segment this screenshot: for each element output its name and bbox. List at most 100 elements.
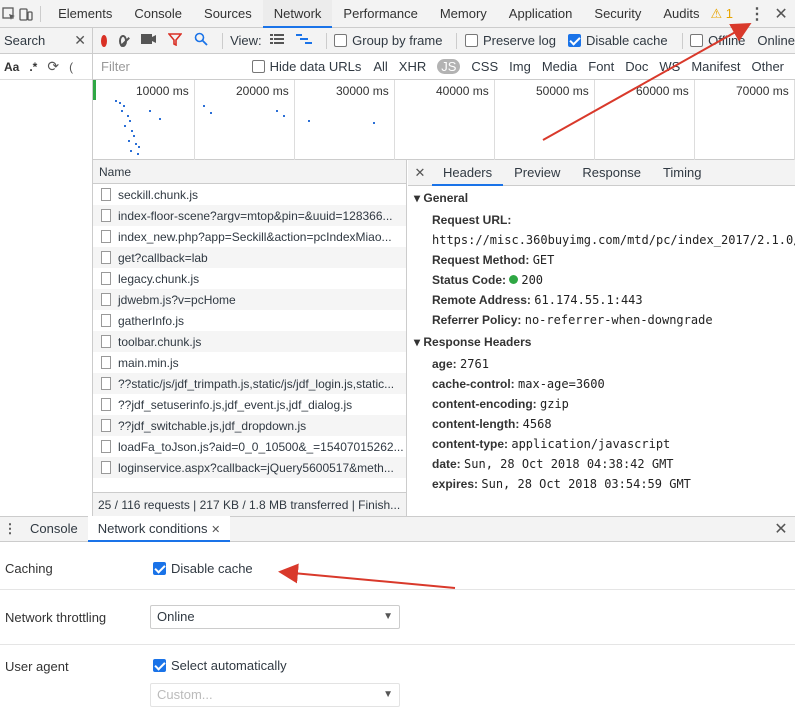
filter-type-xhr[interactable]: XHR xyxy=(399,59,426,74)
request-mark xyxy=(123,105,125,107)
offline-label: Offline xyxy=(708,33,746,48)
request-row[interactable]: toolbar.chunk.js xyxy=(93,331,406,352)
request-mark xyxy=(133,135,135,137)
request-row[interactable]: seckill.chunk.js xyxy=(93,184,406,205)
filter-type-img[interactable]: Img xyxy=(509,59,531,74)
tab-memory[interactable]: Memory xyxy=(429,0,498,28)
details-tab-headers[interactable]: Headers xyxy=(432,160,504,186)
file-icon xyxy=(101,293,111,306)
request-name: get?callback=lab xyxy=(118,250,208,265)
header-row: Status Code: 200 xyxy=(408,270,795,290)
tab-audits[interactable]: Audits xyxy=(652,0,710,28)
close-tab-icon[interactable]: ✕ xyxy=(211,524,220,536)
timeline-overview[interactable]: 10000 ms 20000 ms 30000 ms 40000 ms 50000 ms… xyxy=(93,80,795,160)
match-case-toggle[interactable]: Aa xyxy=(4,60,19,74)
view-label: View: xyxy=(230,33,262,48)
file-icon xyxy=(101,335,111,348)
capture-screenshots-icon[interactable] xyxy=(140,33,156,48)
tab-security[interactable]: Security xyxy=(583,0,652,28)
section-divider xyxy=(0,644,795,645)
filter-type-manifest[interactable]: Manifest xyxy=(691,59,740,74)
checkbox-icon[interactable] xyxy=(464,34,478,47)
tab-elements[interactable]: Elements xyxy=(47,0,123,28)
more-menu-icon[interactable]: ⋮ xyxy=(747,4,767,24)
checkbox-icon[interactable] xyxy=(690,34,704,47)
large-rows-icon[interactable] xyxy=(269,33,284,48)
checkbox-checked-icon[interactable] xyxy=(153,562,166,575)
drawer-tab-console[interactable]: Console xyxy=(20,516,88,542)
request-row[interactable]: legacy.chunk.js xyxy=(93,268,406,289)
warnings-badge[interactable]: ⚠ 1 xyxy=(711,6,734,22)
preserve-log-checkbox[interactable]: Preserve log xyxy=(464,33,556,48)
disable-cache-checkbox-drawer[interactable]: Disable cache xyxy=(153,561,253,576)
request-mark xyxy=(308,120,310,122)
drawer-tab-network-conditions[interactable]: Network conditions ✕ xyxy=(87,516,231,542)
filter-icon[interactable] xyxy=(166,32,183,49)
waterfall-icon[interactable] xyxy=(295,33,312,48)
search-icon[interactable] xyxy=(194,32,208,49)
hide-data-urls-checkbox[interactable]: Hide data URLs xyxy=(251,59,361,74)
filter-type-css[interactable]: CSS xyxy=(471,59,498,74)
filter-type-media[interactable]: Media xyxy=(542,59,577,74)
checkbox-checked-icon[interactable] xyxy=(567,34,581,47)
close-search-icon[interactable]: ✕ xyxy=(74,32,86,49)
header-value: Sun, 28 Oct 2018 04:38:42 GMT xyxy=(464,457,674,471)
checkbox-icon[interactable] xyxy=(334,34,348,47)
select-automatically-checkbox[interactable]: Select automatically xyxy=(153,658,287,673)
request-row[interactable]: index-floor-scene?argv=mtop&pin=&uuid=12… xyxy=(93,205,406,226)
network-conditions-panel: Caching Disable cache Network throttling… xyxy=(0,542,795,724)
header-row: Request Method: GET xyxy=(408,250,795,270)
disable-cache-checkbox[interactable]: Disable cache xyxy=(567,33,668,48)
close-drawer-icon[interactable]: ✕ xyxy=(767,519,795,539)
header-row: content-type: application/javascript xyxy=(408,434,795,454)
general-section-header[interactable]: ▾ General xyxy=(408,186,795,210)
throttling-dropdown[interactable]: Online ▼ xyxy=(150,605,400,629)
throttling-select[interactable]: Online xyxy=(757,33,795,48)
checkbox-checked-icon[interactable] xyxy=(153,659,166,672)
details-tab-timing[interactable]: Timing xyxy=(652,160,713,186)
request-row[interactable]: gatherInfo.js xyxy=(93,310,406,331)
request-row[interactable]: loadFa_toJson.js?aid=0_0_10500&_=1540701… xyxy=(93,436,406,457)
request-row[interactable]: loginservice.aspx?callback=jQuery5600517… xyxy=(93,457,406,478)
filter-type-ws[interactable]: WS xyxy=(659,59,680,74)
checkbox-icon[interactable] xyxy=(251,60,265,73)
inspect-element-icon[interactable] xyxy=(0,3,17,25)
close-details-icon[interactable]: ✕ xyxy=(408,165,432,181)
refresh-icon[interactable]: ⟳ xyxy=(47,58,59,75)
device-toolbar-icon[interactable] xyxy=(17,3,34,25)
close-devtools-icon[interactable]: ✕ xyxy=(767,4,795,24)
clear-search-icon[interactable]: ( xyxy=(69,60,73,74)
custom-user-agent-dropdown: Custom... ▼ xyxy=(150,683,400,707)
name-column-header[interactable]: Name xyxy=(93,160,406,184)
tab-sources[interactable]: Sources xyxy=(193,0,263,28)
request-row[interactable]: ??jdf_switchable.js,jdf_dropdown.js xyxy=(93,415,406,436)
tab-application[interactable]: Application xyxy=(498,0,584,28)
request-row[interactable]: jdwebm.js?v=pcHome xyxy=(93,289,406,310)
regex-toggle[interactable]: .* xyxy=(29,60,37,74)
filter-type-other[interactable]: Other xyxy=(751,59,784,74)
throttling-label: Network throttling xyxy=(5,610,107,625)
overview-tick-label: 10000 ms xyxy=(136,84,189,98)
request-row[interactable]: index_new.php?app=Seckill&action=pcIndex… xyxy=(93,226,406,247)
filter-type-js[interactable]: JS xyxy=(437,59,461,74)
filter-type-doc[interactable]: Doc xyxy=(625,59,648,74)
request-row[interactable]: ??static/js/jdf_trimpath.js,static/js/jd… xyxy=(93,373,406,394)
filter-type-font[interactable]: Font xyxy=(588,59,614,74)
details-tab-response[interactable]: Response xyxy=(571,160,652,186)
drawer-menu-icon[interactable]: ⋮ xyxy=(0,521,20,537)
response-headers-section-header[interactable]: ▾ Response Headers xyxy=(408,330,795,354)
group-by-frame-checkbox[interactable]: Group by frame xyxy=(334,33,442,48)
record-icon[interactable] xyxy=(101,34,107,47)
request-mark xyxy=(130,150,132,152)
request-row[interactable]: ??jdf_setuserinfo.js,jdf_event.js,jdf_di… xyxy=(93,394,406,415)
request-row[interactable]: get?callback=lab xyxy=(93,247,406,268)
clear-log-icon[interactable] xyxy=(118,34,127,47)
tab-performance[interactable]: Performance xyxy=(332,0,428,28)
request-row[interactable]: main.min.js xyxy=(93,352,406,373)
details-tab-preview[interactable]: Preview xyxy=(503,160,571,186)
offline-checkbox[interactable]: Offline xyxy=(690,33,745,48)
tab-network[interactable]: Network xyxy=(262,0,333,28)
filter-type-all[interactable]: All xyxy=(373,59,387,74)
filter-input[interactable]: Filter xyxy=(95,57,252,77)
tab-console[interactable]: Console xyxy=(123,0,193,28)
